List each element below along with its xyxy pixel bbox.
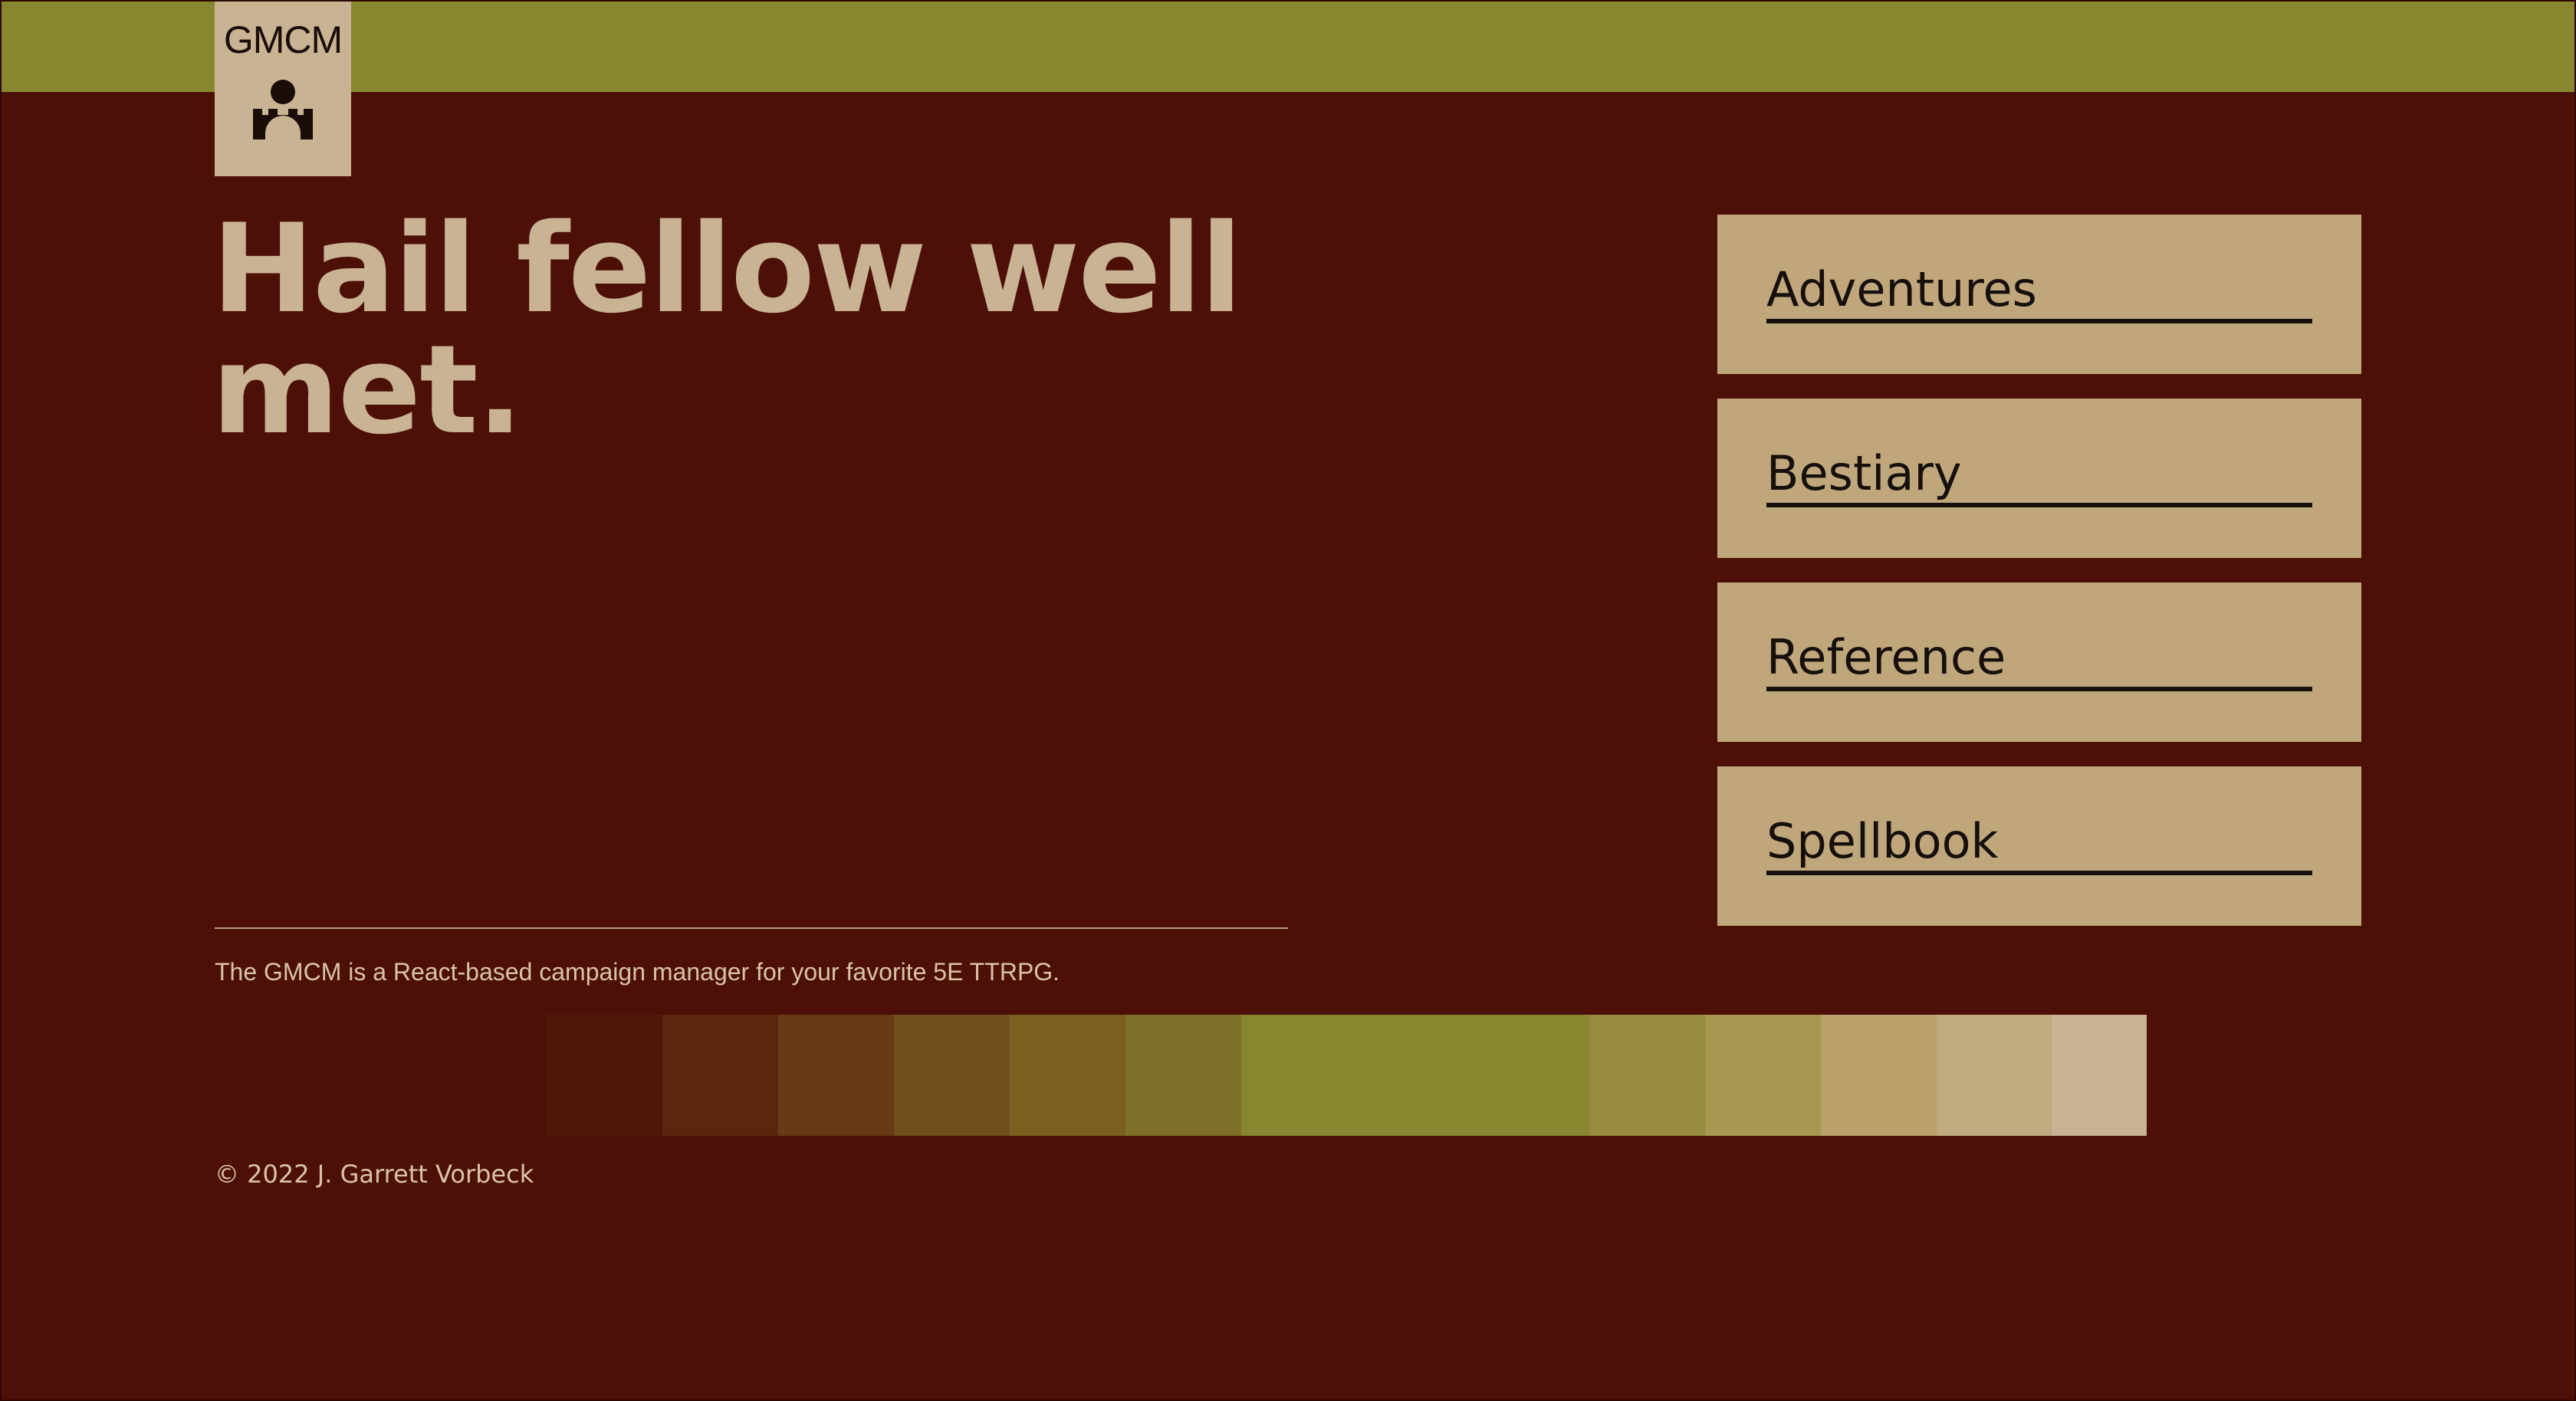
nav-label-bestiary: Bestiary [1766,445,1962,501]
palette-swatch [662,1015,778,1136]
nav-underline [1766,319,2312,323]
top-bar [0,0,2576,92]
nav-card-adventures[interactable]: Adventures [1717,215,2361,374]
nav-underline [1766,871,2312,875]
page-headline: Hail fellow well met. [212,197,1243,461]
nav-underline [1766,687,2312,691]
palette-swatch [1705,1015,1821,1136]
footer-divider [215,927,1288,929]
palette-swatch [778,1015,894,1136]
nav-label-spellbook: Spellbook [1766,813,1999,869]
copyright: © 2022 J. Garrett Vorbeck [215,1160,534,1189]
nav-label-adventures: Adventures [1766,261,2037,317]
site-description: The GMCM is a React-based campaign manag… [215,958,1060,986]
palette-swatch [1589,1015,1705,1136]
color-palette [546,1015,2147,1136]
nav-label-reference: Reference [1766,629,2006,685]
nav-card-reference[interactable]: Reference [1717,582,2361,742]
palette-swatch [1241,1015,1589,1136]
nav-card-spellbook[interactable]: Spellbook [1717,766,2361,926]
logo-home-link[interactable]: GMCM [215,0,351,176]
logo-text: GMCM [223,18,343,61]
palette-swatch [1010,1015,1125,1136]
castle-gate-icon [253,80,313,139]
nav-underline [1766,503,2312,507]
palette-swatch [1821,1015,1937,1136]
palette-swatch [1125,1015,1241,1136]
nav-card-bestiary[interactable]: Bestiary [1717,399,2361,558]
palette-swatch [2052,1015,2147,1136]
palette-swatch [1937,1015,2052,1136]
palette-swatch [894,1015,1010,1136]
main-nav: Adventures Bestiary Reference Spellbook [1717,215,2361,950]
palette-swatch [546,1015,662,1136]
